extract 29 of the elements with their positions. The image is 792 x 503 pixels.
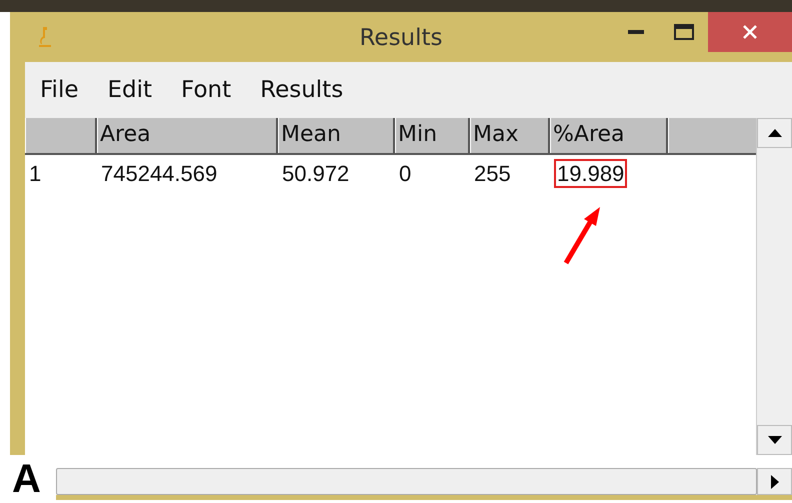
menu-item[interactable]: File bbox=[40, 77, 92, 103]
scroll-down-button[interactable] bbox=[757, 425, 792, 455]
table-cell: 0 bbox=[399, 161, 412, 186]
horizontal-scrollbar[interactable] bbox=[56, 468, 757, 495]
column-header[interactable]: Min bbox=[398, 122, 438, 147]
minimize-icon bbox=[628, 30, 644, 34]
right-arrow-icon bbox=[770, 474, 778, 488]
scroll-right-button[interactable] bbox=[757, 468, 792, 495]
table-cell: 255 bbox=[474, 161, 511, 186]
menu-item[interactable]: Edit bbox=[108, 77, 166, 103]
window-title: Results bbox=[359, 25, 443, 51]
column-header[interactable]: %Area bbox=[553, 122, 625, 147]
microscope-icon bbox=[36, 25, 52, 49]
panel-label: A bbox=[11, 456, 42, 503]
column-header[interactable]: Max bbox=[473, 122, 518, 147]
menu-item[interactable]: Results bbox=[260, 77, 358, 103]
table-cell: 1 bbox=[29, 161, 42, 186]
close-button[interactable] bbox=[708, 12, 792, 52]
column-header[interactable]: Area bbox=[100, 122, 151, 147]
up-arrow-icon bbox=[768, 129, 782, 137]
table-cell: 745244.569 bbox=[101, 161, 218, 186]
highlighted-cell: 19.989 bbox=[554, 159, 628, 188]
menu-item[interactable]: Font bbox=[181, 77, 246, 103]
column-header[interactable]: Mean bbox=[281, 122, 341, 147]
maximize-icon bbox=[674, 24, 694, 40]
table-cell: 50.972 bbox=[282, 161, 350, 186]
close-icon bbox=[742, 24, 758, 40]
down-arrow-icon bbox=[768, 436, 782, 444]
scroll-up-button[interactable] bbox=[757, 118, 792, 148]
